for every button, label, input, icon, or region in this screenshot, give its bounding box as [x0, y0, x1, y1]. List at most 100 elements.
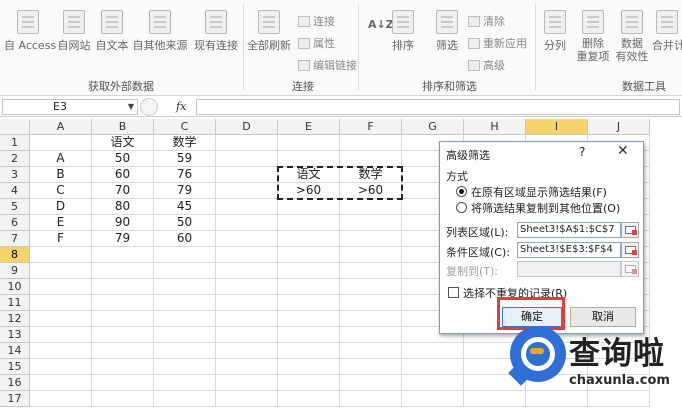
cell-b12[interactable] [92, 311, 154, 327]
name-box[interactable]: E3 ▼ [2, 99, 138, 115]
collapse-dialog-icon[interactable] [621, 242, 639, 258]
column-header[interactable]: I [526, 119, 588, 135]
cell-c9[interactable] [154, 263, 216, 279]
row-header[interactable]: 4 [0, 183, 30, 199]
cell-b3[interactable]: 60 [92, 167, 154, 183]
cell-e16[interactable] [278, 375, 340, 391]
cell-f11[interactable] [340, 295, 402, 311]
help-icon[interactable]: ? [579, 145, 585, 159]
column-header[interactable]: A [30, 119, 92, 135]
connections-button[interactable]: 连接 [298, 13, 335, 29]
cell-a13[interactable] [30, 327, 92, 343]
row-header[interactable]: 15 [0, 359, 30, 375]
cell-b10[interactable] [92, 279, 154, 295]
cell-d16[interactable] [216, 375, 278, 391]
cell-f17[interactable] [340, 391, 402, 407]
cell-f12[interactable] [340, 311, 402, 327]
cell-f2[interactable] [340, 151, 402, 167]
cell-c7[interactable]: 60 [154, 231, 216, 247]
cell-c2[interactable]: 59 [154, 151, 216, 167]
cell-a16[interactable] [30, 375, 92, 391]
cell-f8[interactable] [340, 247, 402, 263]
row-header[interactable]: 6 [0, 215, 30, 231]
cell-g16[interactable] [402, 375, 464, 391]
cell-d11[interactable] [216, 295, 278, 311]
cell-c10[interactable] [154, 279, 216, 295]
cell-f16[interactable] [340, 375, 402, 391]
cell-f1[interactable] [340, 135, 402, 151]
cell-f10[interactable] [340, 279, 402, 295]
row-header[interactable]: 12 [0, 311, 30, 327]
cell-a6[interactable]: E [30, 215, 92, 231]
cell-f15[interactable] [340, 359, 402, 375]
remove-duplicates-button[interactable]: 删除 重复项 [574, 10, 612, 63]
cell-d9[interactable] [216, 263, 278, 279]
close-icon[interactable]: ✕ [617, 143, 629, 159]
cell-c5[interactable]: 45 [154, 199, 216, 215]
cell-a7[interactable]: F [30, 231, 92, 247]
cell-b5[interactable]: 80 [92, 199, 154, 215]
from-other-sources-button[interactable]: 自其他来源 [132, 10, 188, 53]
cell-e13[interactable] [278, 327, 340, 343]
cell-b7[interactable]: 79 [92, 231, 154, 247]
cell-d8[interactable] [216, 247, 278, 263]
cell-d5[interactable] [216, 199, 278, 215]
row-header[interactable]: 2 [0, 151, 30, 167]
advanced-filter-button[interactable]: 高级 [468, 57, 505, 73]
column-header[interactable]: B [92, 119, 154, 135]
column-header[interactable]: H [464, 119, 526, 135]
cell-b9[interactable] [92, 263, 154, 279]
cell-a17[interactable] [30, 391, 92, 407]
cell-g15[interactable] [402, 359, 464, 375]
from-web-button[interactable]: 自网站 [56, 10, 92, 53]
cell-b14[interactable] [92, 343, 154, 359]
insert-function-icon[interactable]: fx [176, 100, 186, 113]
cell-c14[interactable] [154, 343, 216, 359]
clear-button[interactable]: 清除 [468, 13, 505, 29]
cell-c3[interactable]: 76 [154, 167, 216, 183]
select-all-corner[interactable] [0, 119, 30, 135]
row-header[interactable]: 16 [0, 375, 30, 391]
cell-f14[interactable] [340, 343, 402, 359]
radio-in-place[interactable] [456, 186, 467, 197]
cell-a3[interactable]: B [30, 167, 92, 183]
row-header[interactable]: 14 [0, 343, 30, 359]
cell-b6[interactable]: 90 [92, 215, 154, 231]
cell-e10[interactable] [278, 279, 340, 295]
radio-copy-to-label[interactable]: 将筛选结果复制到其他位置(O) [471, 200, 620, 216]
sort-button[interactable]: 排序 [388, 10, 418, 53]
cell-e7[interactable] [278, 231, 340, 247]
cell-b13[interactable] [92, 327, 154, 343]
cell-c11[interactable] [154, 295, 216, 311]
cell-b8[interactable] [92, 247, 154, 263]
cell-e9[interactable] [278, 263, 340, 279]
cell-d6[interactable] [216, 215, 278, 231]
cell-d2[interactable] [216, 151, 278, 167]
cell-f6[interactable] [340, 215, 402, 231]
radio-in-place-label[interactable]: 在原有区域显示筛选结果(F) [471, 184, 607, 200]
cell-c16[interactable] [154, 375, 216, 391]
cell-b2[interactable]: 50 [92, 151, 154, 167]
cell-e17[interactable] [278, 391, 340, 407]
row-header[interactable]: 13 [0, 327, 30, 343]
list-range-input[interactable]: Sheet3!$A$1:$C$7 [517, 222, 621, 238]
cell-d1[interactable] [216, 135, 278, 151]
cell-d10[interactable] [216, 279, 278, 295]
collapse-dialog-icon[interactable] [621, 222, 639, 238]
cell-f9[interactable] [340, 263, 402, 279]
refresh-all-button[interactable]: 全部刷新 [247, 10, 291, 53]
cell-e2[interactable] [278, 151, 340, 167]
cell-e1[interactable] [278, 135, 340, 151]
cell-c6[interactable]: 50 [154, 215, 216, 231]
cell-a8[interactable] [30, 247, 92, 263]
row-header[interactable]: 9 [0, 263, 30, 279]
cell-b1[interactable]: 语文 [92, 135, 154, 151]
collapse-dialog-icon[interactable] [621, 261, 639, 277]
cell-a12[interactable] [30, 311, 92, 327]
reapply-button[interactable]: 重新应用 [468, 35, 527, 51]
chevron-down-icon[interactable]: ▼ [128, 100, 134, 114]
formula-bar-handle[interactable] [140, 98, 158, 116]
cell-e5[interactable] [278, 199, 340, 215]
data-validation-button[interactable]: 数据 有效性 [614, 10, 650, 63]
criteria-range-input[interactable]: Sheet3!$E$3:$F$4 [517, 242, 621, 258]
